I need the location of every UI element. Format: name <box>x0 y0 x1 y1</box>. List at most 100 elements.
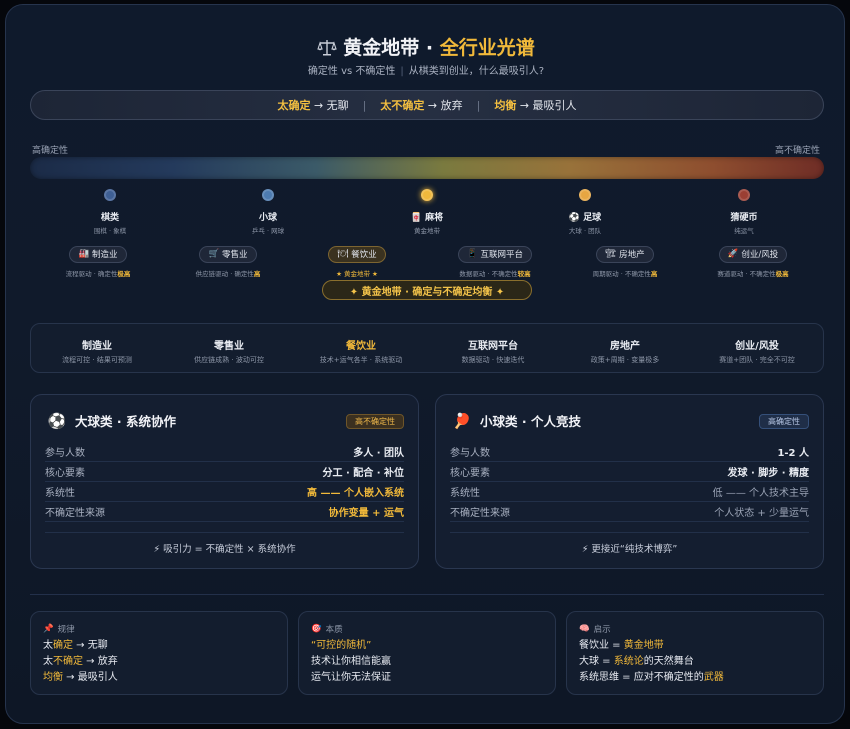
page-subtitle: 确定性 vs 不确定性 | 从棋类到创业，什么最吸引人? <box>6 62 844 77</box>
industry-pill: 🛒 零售业 <box>199 245 257 263</box>
crane-icon: 🏗 <box>605 249 617 259</box>
spectrum-node-football: ⚽ 足球 大球 · 团队 <box>515 189 655 235</box>
industry-venture: 🚀 创业/风投 赛道驱动 · 不确定性极高 <box>683 241 823 278</box>
note-heading: 📌 规律 <box>43 624 75 635</box>
pin-icon: 📌 <box>43 624 54 634</box>
ping-pong-icon: 🏓 <box>452 411 472 430</box>
industry-pill: 🏭 制造业 <box>69 245 127 263</box>
rule-item-3: 均衡 → 最吸引人 <box>494 99 577 112</box>
title-sep: · <box>419 37 440 59</box>
industry-internet: 📱 互联网平台 数据驱动 · 不确定性较高 <box>425 241 565 278</box>
table-row: 参与人数 1-2 人 <box>450 442 809 462</box>
industry-catering: 🍽 餐饮业 ★ 黄金地带 ★ <box>287 241 427 278</box>
node-dot <box>579 189 591 201</box>
factory-icon: 🏭 <box>78 249 90 259</box>
industry-summary-cell: 制造业 流程可控 · 结果可预测 <box>62 341 132 364</box>
note-heading: 🎯 本质 <box>311 624 343 635</box>
industry-note: 流程驱动 · 确定性极高 <box>65 269 131 278</box>
industry-summary-cell: 零售业 供应链成熟 · 波动可控 <box>194 341 264 364</box>
note-line: 太不确定 → 放弃 <box>43 656 118 667</box>
status-badge: 高确定性 <box>759 414 809 429</box>
table-row: 系统性高 —— 个人嵌入系统 <box>45 482 404 502</box>
note-line: 技术让你相信能赢 <box>311 656 391 667</box>
note-line: 餐饮业 = 黄金地带 <box>579 640 664 651</box>
title-accent: 全行业光谱 <box>439 37 535 59</box>
node-desc: 大球 · 团队 <box>568 227 602 235</box>
node-desc: 围棋 · 象棋 <box>93 227 127 235</box>
title-main: 黄金地带 <box>343 37 420 59</box>
rule-divider: | <box>476 98 481 112</box>
node-dot <box>262 189 274 201</box>
node-name: 🀄 麻将 <box>410 213 444 223</box>
industry-note: 周期驱动 · 不确定性高 <box>592 269 658 278</box>
node-desc: 纯运气 <box>734 227 754 235</box>
industry-pill: 🚀 创业/风投 <box>718 245 788 263</box>
node-dot <box>421 189 433 201</box>
spectrum-node-mahjong: 🀄 麻将 黄金地带 <box>357 189 497 235</box>
golden-zone-band: ✦ 黄金地带 · 确定与不确定均衡 ✦ <box>322 280 532 300</box>
industry-summary-cell: 房地产 政策+周期 · 变量极多 <box>590 341 660 364</box>
note-line: 太确定 → 无聊 <box>43 640 108 651</box>
note-line: “可控的随机” <box>311 640 372 651</box>
rule-item-2: 太不确定 → 放弃 <box>380 99 463 112</box>
industry-manufacturing: 🏭 制造业 流程驱动 · 确定性极高 <box>28 241 168 278</box>
subtitle-left: 确定性 vs 不确定性 <box>307 66 396 77</box>
industry-real-estate: 🏗 房地产 周期驱动 · 不确定性高 <box>555 241 695 278</box>
spectrum-node-chess: 棋类 围棋 · 象棋 <box>40 189 180 235</box>
industry-summary-cell: 餐饮业 技术+运气各半 · 系统驱动 <box>319 341 403 364</box>
note-line: 大球 = 系统论的天然舞台 <box>579 656 694 667</box>
spectrum-right-label: 高不确定性 <box>774 146 820 156</box>
node-name: ⚽ 足球 <box>568 213 602 223</box>
big-ball-card: ⚽ 大球类 · 系统协作 高不确定性 参与人数 多人 · 团队 核心要素 分工 · … <box>30 394 419 569</box>
industry-note: ★ 黄金地带 ★ <box>336 269 378 278</box>
industry-summary-cell: 互联网平台 数据驱动 · 快速迭代 <box>461 341 525 364</box>
soccer-ball-icon: ⚽ <box>568 213 581 223</box>
table-row: 核心要素 发球 · 脚步 · 精度 <box>450 462 809 482</box>
node-desc: 黄金地带 <box>414 227 440 235</box>
subtitle-sep: | <box>400 66 404 77</box>
industry-note: 供应链驱动 · 确定性高 <box>195 269 261 278</box>
node-dot <box>104 189 116 201</box>
industry-pill: 📱 互联网平台 <box>457 245 533 263</box>
soccer-ball-icon: ⚽ <box>47 411 67 430</box>
card-rows: 参与人数 多人 · 团队 核心要素 分工 · 配合 · 补位 系统性高 —— 个人嵌… <box>45 442 404 522</box>
spectrum-node-coin-toss: 猜硬币 纯运气 <box>674 189 814 235</box>
note-line: 运气让你无法保证 <box>311 672 391 683</box>
card-title: 小球类 · 个人竞技 <box>480 414 581 429</box>
table-row: 不确定性来源 协作变量 + 运气 <box>45 502 404 522</box>
card-header: ⚽ 大球类 · 系统协作 <box>47 411 176 430</box>
rule-item-1: 太确定 → 无聊 <box>277 99 349 112</box>
mahjong-icon: 🀄 <box>410 213 423 223</box>
table-row: 系统性低 —— 个人技术主导 <box>450 482 809 502</box>
card-rows: 参与人数 1-2 人 核心要素 发球 · 脚步 · 精度 系统性低 —— 个人技术主… <box>450 442 809 522</box>
table-row: 不确定性来源 个人状态 + 少量运气 <box>450 502 809 522</box>
card-footer: ⚡ 更接近“纯技术博弈” <box>450 532 809 558</box>
page-title: 黄金地带 · 全行业光谱 <box>6 33 844 60</box>
node-name: 小球 <box>258 213 277 223</box>
rocket-icon: 🚀 <box>727 249 739 259</box>
industry-retail: 🛒 零售业 供应链驱动 · 确定性高 <box>158 241 298 278</box>
card-title: 大球类 · 系统协作 <box>75 414 176 429</box>
status-badge: 高不确定性 <box>346 414 404 429</box>
cart-icon: 🛒 <box>208 249 220 259</box>
industry-summary-panel: 制造业 流程可控 · 结果可预测 零售业 供应链成熟 · 波动可控 餐饮业 技术+运气… <box>30 323 824 373</box>
industry-note: 赛道驱动 · 不确定性极高 <box>717 269 789 278</box>
rule-bar: 太确定 → 无聊 | 太不确定 → 放弃 | 均衡 → 最吸引人 <box>30 90 824 120</box>
note-line: 均衡 → 最吸引人 <box>43 672 118 683</box>
industry-summary-cell: 创业/风投 赛道+团队 · 完全不可控 <box>719 341 795 364</box>
note-line: 系统思维 = 应对不确定性的武器 <box>579 672 724 683</box>
card-footer: ⚡ 吸引力 = 不确定性 × 系统协作 <box>45 532 404 558</box>
industry-note: 数据驱动 · 不确定性较高 <box>459 269 531 278</box>
note-card-insight: 🧠 启示 餐饮业 = 黄金地带 大球 = 系统论的天然舞台 系统思维 = 应对不确… <box>566 611 824 695</box>
note-card-rule: 📌 规律 太确定 → 无聊 太不确定 → 放弃 均衡 → 最吸引人 <box>30 611 288 695</box>
certainty-spectrum-bar <box>30 157 824 179</box>
phone-icon: 📱 <box>466 249 478 259</box>
table-row: 参与人数 多人 · 团队 <box>45 442 404 462</box>
note-heading: 🧠 启示 <box>579 624 611 635</box>
section-divider <box>30 594 824 595</box>
brain-icon: 🧠 <box>579 624 590 634</box>
plate-icon: 🍽 <box>337 249 349 259</box>
note-card-essence: 🎯 本质 “可控的随机” 技术让你相信能赢 运气让你无法保证 <box>298 611 556 695</box>
node-desc: 乒乓 · 网球 <box>251 227 285 235</box>
card-header: 🏓 小球类 · 个人竞技 <box>452 411 581 430</box>
